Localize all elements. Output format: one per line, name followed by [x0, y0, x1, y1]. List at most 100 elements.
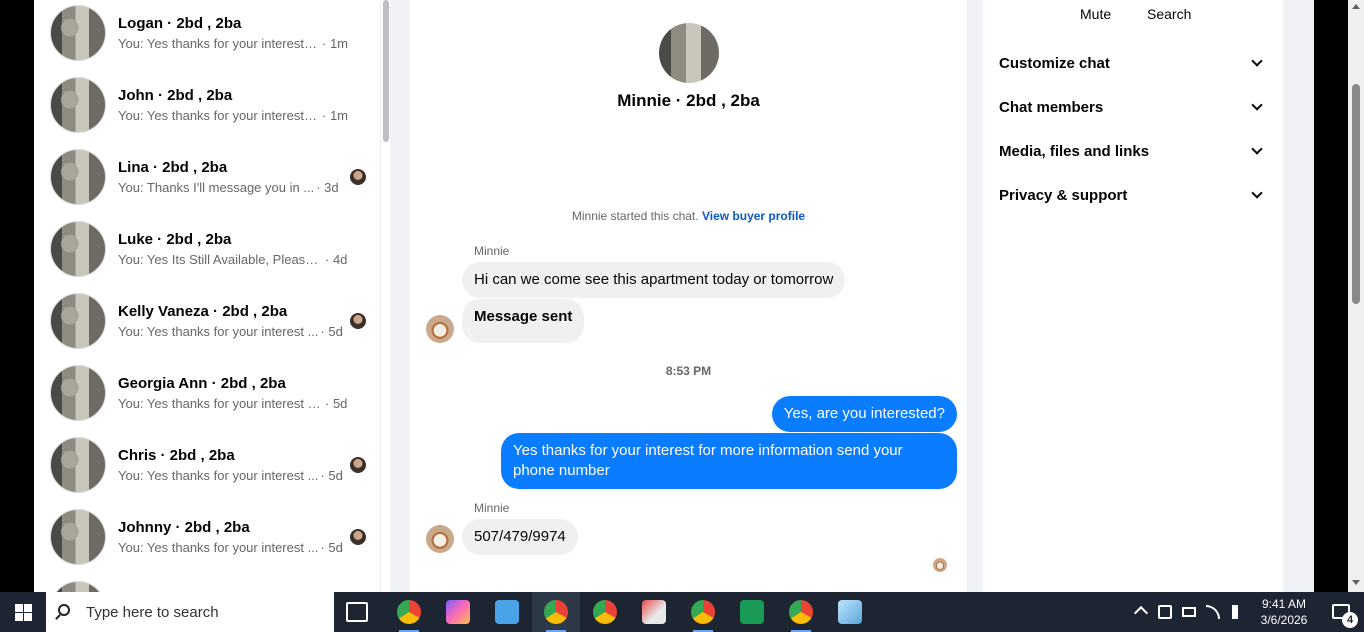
outgoing-message[interactable]: Yes, are you interested?: [771, 396, 957, 432]
conversation-time: · 5d: [320, 468, 343, 483]
task-view-icon[interactable]: [346, 602, 368, 622]
listing-thumbnail: [50, 77, 106, 133]
listing-thumbnail: [50, 221, 106, 277]
sender-avatar[interactable]: [426, 315, 454, 343]
taskbar-search[interactable]: Type here to search: [46, 592, 334, 632]
privacy-support-section[interactable]: Privacy & support: [999, 183, 1267, 207]
conversation-name: Luke · 2bd , 2ba: [118, 231, 232, 248]
chevron-down-icon: [1251, 187, 1263, 199]
chrome-active-icon[interactable]: [544, 600, 568, 624]
chat-members-section[interactable]: Chat members: [999, 95, 1267, 119]
incoming-message[interactable]: 507/479/9974: [462, 519, 578, 555]
browser-page: Logan · 2bd , 2ba You: Yes thanks for yo…: [34, 0, 1314, 592]
listing-thumbnail: [50, 581, 106, 592]
conversation-time: · 4d: [325, 252, 348, 267]
battery-icon[interactable]: [1182, 607, 1196, 617]
clock-date: 3/6/2026: [1260, 613, 1308, 627]
outgoing-message[interactable]: Yes thanks for your interest for more in…: [501, 433, 957, 489]
chrome-icon[interactable]: [593, 600, 617, 624]
copilot-icon[interactable]: [446, 600, 470, 624]
read-receipt-avatar: [350, 313, 366, 329]
sender-avatar[interactable]: [426, 525, 454, 553]
chrome-profile-icon[interactable]: [397, 600, 421, 624]
listing-thumbnail: [50, 509, 106, 565]
conversation-name: Johnny · 2bd , 2ba: [118, 519, 250, 536]
system-tray: 9:41 AM 3/6/2026 4: [1124, 592, 1364, 632]
conversation-time: · 1m: [322, 36, 348, 51]
chrome-profile-icon[interactable]: [691, 600, 715, 624]
clock-time: 9:41 AM: [1261, 597, 1307, 611]
page-scrollbar[interactable]: [1348, 0, 1364, 592]
conversation-item[interactable]: John · 2bd , 2ba You: Yes thanks for you…: [50, 69, 370, 141]
chevron-up-icon[interactable]: [1133, 605, 1149, 621]
conversation-list[interactable]: Logan · 2bd , 2ba You: Yes thanks for yo…: [34, 0, 388, 592]
read-receipt-avatar: [350, 529, 366, 545]
customize-chat-section[interactable]: Customize chat: [999, 51, 1267, 75]
section-label: Customize chat: [999, 54, 1110, 72]
search-button[interactable]: Search: [1147, 6, 1191, 22]
media-files-links-section[interactable]: Media, files and links: [999, 139, 1267, 163]
conversation-name: Logan · 2bd , 2ba: [118, 15, 242, 32]
taskbar: Type here to search 9:41 AM 3/6/2026 4: [0, 592, 1364, 632]
conversation-preview: You: Yes Its Still Available, Please Se.…: [118, 252, 323, 267]
scroll-up-arrow-icon[interactable]: [1352, 4, 1360, 9]
conversation-item[interactable]: Chris · 2bd , 2ba You: Yes thanks for yo…: [50, 429, 370, 501]
conversation-name: Lina · 2bd , 2ba: [118, 159, 228, 176]
sender-name: Minnie: [474, 244, 510, 258]
view-buyer-profile-link[interactable]: View buyer profile: [702, 209, 805, 223]
conversation-preview: You: Yes thanks for your interest fo...: [118, 36, 320, 51]
conversation-time: · 5d: [325, 396, 348, 411]
conversation-name: John · 2bd , 2ba: [118, 87, 233, 104]
taskbar-search-placeholder: Type here to search: [86, 603, 219, 621]
incoming-message[interactable]: Hi can we come see this apartment today …: [462, 262, 846, 298]
conversation-item[interactable]: Kelly Vaneza · 2bd , 2ba You: Yes thanks…: [50, 285, 370, 357]
scroll-down-arrow-icon[interactable]: [1352, 580, 1360, 585]
listing-thumbnail: [50, 5, 106, 61]
chevron-down-icon: [1251, 99, 1263, 111]
conversation-item[interactable]: [50, 573, 370, 592]
conversation-name: Kelly Vaneza · 2bd , 2ba: [118, 303, 288, 320]
conversation-item[interactable]: Luke · 2bd , 2ba You: Yes Its Still Avai…: [50, 213, 370, 285]
chat-info-panel: Mute Search Customize chat Chat members …: [983, 0, 1283, 592]
conversation-list-scrollbar[interactable]: [380, 0, 390, 592]
screen: Logan · 2bd , 2ba You: Yes thanks for yo…: [0, 0, 1364, 632]
conversation-item[interactable]: Georgia Ann · 2bd , 2ba You: Yes thanks …: [50, 357, 370, 429]
meet-icon[interactable]: [1158, 605, 1172, 619]
volume-icon[interactable]: [1232, 605, 1242, 619]
chevron-down-icon: [1251, 143, 1263, 155]
wifi-icon[interactable]: [1206, 605, 1220, 619]
scrollbar-thumb[interactable]: [383, 0, 389, 142]
conversation-item[interactable]: Johnny · 2bd , 2ba You: Yes thanks for y…: [50, 501, 370, 573]
section-label: Media, files and links: [999, 142, 1150, 160]
chat-title[interactable]: Minnie · 2bd , 2ba: [410, 91, 967, 111]
outlook-icon[interactable]: [495, 600, 519, 624]
listing-thumbnail: [50, 437, 106, 493]
mute-button[interactable]: Mute: [1080, 6, 1111, 22]
read-receipt-avatar: [350, 457, 366, 473]
sender-name: Minnie: [474, 501, 510, 515]
conversation-preview: You: Yes thanks for your interest ...: [118, 540, 319, 555]
clock[interactable]: 9:41 AM 3/6/2026: [1254, 596, 1314, 628]
seen-receipt-avatar: [933, 558, 947, 572]
chat-started-notice: Minnie started this chat. View buyer pro…: [410, 209, 967, 223]
chrome-profile-icon[interactable]: [789, 600, 813, 624]
green-app-icon[interactable]: [740, 600, 764, 624]
listing-thumbnail: [50, 293, 106, 349]
incoming-message[interactable]: Message sent: [462, 299, 585, 343]
chat-panel: Minnie · 2bd , 2ba Minnie started this c…: [410, 0, 967, 592]
conversation-item[interactable]: Logan · 2bd , 2ba You: Yes thanks for yo…: [50, 0, 370, 69]
chat-avatar[interactable]: [659, 23, 719, 83]
app-icon[interactable]: [642, 600, 666, 624]
conversation-time: · 5d: [320, 324, 343, 339]
conversation-time: · 3d: [316, 180, 339, 195]
conversation-preview: You: Yes thanks for your interest ...: [118, 324, 319, 339]
notepad-icon[interactable]: [838, 600, 862, 624]
start-button[interactable]: [0, 592, 46, 632]
conversation-item[interactable]: Lina · 2bd , 2ba You: Thanks I'll messag…: [50, 141, 370, 213]
chevron-down-icon: [1251, 55, 1263, 67]
conversation-preview: You: Yes thanks for your interest fo...: [118, 108, 320, 123]
listing-thumbnail: [50, 149, 106, 205]
message-timestamp: 8:53 PM: [665, 364, 712, 378]
conversation-preview: You: Thanks I'll message you in ...: [118, 180, 315, 195]
scrollbar-thumb[interactable]: [1352, 84, 1360, 304]
